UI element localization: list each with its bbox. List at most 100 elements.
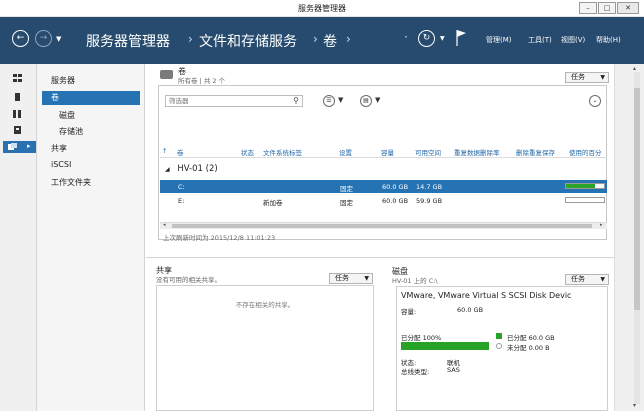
disk-capacity-label: 容量: xyxy=(401,308,417,316)
disk-panel: VMware, VMware Virtual S SCSI Disk Devic… xyxy=(396,286,608,411)
scroll-thumb[interactable] xyxy=(172,224,592,228)
sort-arrow-icon: ↑ xyxy=(162,147,168,155)
rail-dashboard[interactable] xyxy=(8,72,30,84)
cell-capacity: 60.0 GB xyxy=(382,183,409,191)
nav-iscsi[interactable]: iSCSI xyxy=(51,160,71,169)
refresh-dropdown[interactable]: ▼ xyxy=(440,35,445,42)
column-free-space[interactable]: 可用空间 xyxy=(415,147,441,157)
close-button[interactable]: ✕ xyxy=(617,2,639,14)
nav-storage-pools[interactable]: 存储池 xyxy=(59,126,83,137)
breadcrumb-file-storage[interactable]: 文件和存储服务 xyxy=(199,31,297,51)
nav-disks[interactable]: 磁盘 xyxy=(59,110,75,121)
disk-bus-label: 总线类型: xyxy=(401,368,430,376)
nav-work-folders[interactable]: 工作文件夹 xyxy=(51,177,91,188)
notifications-flag[interactable] xyxy=(455,29,467,47)
maximize-button[interactable]: □ xyxy=(598,2,616,14)
column-fs-label[interactable]: 文件系统标签 xyxy=(263,147,302,157)
window-title: 服务器管理器 xyxy=(298,4,346,13)
rail-all-servers[interactable] xyxy=(8,108,30,120)
query-options-button[interactable]: ☰ xyxy=(323,95,335,107)
back-button[interactable]: ← xyxy=(12,30,29,47)
column-percent-used[interactable]: 使用的百分 xyxy=(569,147,607,157)
usage-bar xyxy=(565,183,605,189)
legend-allocated: 已分配 60.0 GB xyxy=(507,334,555,342)
allocated-legend-swatch xyxy=(496,333,502,339)
filter-input[interactable] xyxy=(166,96,284,106)
servers-icon xyxy=(13,110,21,118)
table-row[interactable]: E: 新加卷 固定 60.0 GB 59.9 GB xyxy=(160,194,607,207)
disk-bus-value: SAS xyxy=(447,366,460,374)
volume-drive-icon xyxy=(160,70,173,79)
navigation-panel: 服务器 卷 磁盘 存储池 共享 iSCSI 工作文件夹 xyxy=(37,64,145,411)
column-dedup-saved[interactable]: 删除重复保存 xyxy=(516,147,555,157)
save-query-button[interactable]: ▤ xyxy=(360,95,372,107)
cell-capacity: 60.0 GB xyxy=(382,197,409,205)
volumes-tasks-button[interactable]: 任务 ▼ xyxy=(565,72,609,83)
minimize-button[interactable]: – xyxy=(579,2,597,14)
shares-subtitle: 没有可用的相关共享。 xyxy=(156,276,221,284)
table-row[interactable]: C: 固定 60.0 GB 14.7 GB xyxy=(160,180,607,193)
disk-subtitle: HV-01 上的 C:\ xyxy=(392,277,438,285)
caret-down-icon: ▼ xyxy=(600,276,605,283)
tasks-label: 任务 xyxy=(571,73,585,81)
disk-allocated-label: 已分配 100% xyxy=(401,334,442,342)
rail-file-services[interactable] xyxy=(8,124,30,136)
search-icon[interactable]: ⚲ xyxy=(293,96,299,105)
rail-storage-services[interactable]: ▸ xyxy=(3,141,36,153)
group-header[interactable]: ◢ HV-01 (2) xyxy=(165,164,218,174)
nav-volumes[interactable]: 卷 xyxy=(42,91,140,105)
unallocated-legend-swatch xyxy=(496,343,502,349)
refresh-button[interactable]: ↻ xyxy=(418,30,435,47)
flag-icon xyxy=(456,30,466,46)
group-label: HV-01 (2) xyxy=(177,164,218,174)
shares-tasks-button[interactable]: 任务 ▼ xyxy=(329,273,373,284)
list-icon: ☰ xyxy=(326,97,332,104)
menu-view[interactable]: 视图(V) xyxy=(561,35,585,45)
scroll-up-icon[interactable]: ▴ xyxy=(633,65,636,72)
disk-capacity-value: 60.0 GB xyxy=(457,306,484,314)
server-icon xyxy=(15,93,20,101)
horizontal-scrollbar[interactable]: ◂ ▸ xyxy=(160,222,607,229)
arrow-right-icon: → xyxy=(39,33,48,43)
breadcrumb-server-manager[interactable]: 服务器管理器 xyxy=(86,31,170,51)
menu-manage[interactable]: 管理(M) xyxy=(486,35,512,45)
menu-help[interactable]: 帮助(H) xyxy=(596,35,621,45)
column-dedup-rate[interactable]: 重复数据删除率 xyxy=(454,147,500,157)
volumes-filter-box[interactable]: ⚲ xyxy=(165,95,303,107)
expand-panel-button[interactable]: ⌄ xyxy=(589,95,601,107)
menu-tools[interactable]: 工具(T) xyxy=(528,35,552,45)
arrow-left-icon: ← xyxy=(16,33,25,43)
breadcrumb-separator: › xyxy=(313,32,318,46)
forward-button[interactable]: → xyxy=(35,30,52,47)
nav-shares[interactable]: 共享 xyxy=(51,143,67,154)
volumes-subtitle: 所有卷 | 共 2 个 xyxy=(178,77,226,85)
cell-setting: 固定 xyxy=(340,199,353,207)
breadcrumb-volumes[interactable]: 卷 xyxy=(323,31,337,51)
cell-volume: E: xyxy=(178,197,185,205)
scroll-right-icon[interactable]: ▸ xyxy=(600,222,603,228)
vertical-scrollbar[interactable]: ▴ ▾ xyxy=(614,64,644,411)
history-dropdown[interactable]: ▼ xyxy=(56,35,61,43)
shares-panel: 不存在相关的共享。 xyxy=(156,285,374,411)
scroll-down-icon[interactable]: ▾ xyxy=(633,402,636,409)
rail-local-server[interactable] xyxy=(8,91,30,103)
caret-down-icon[interactable]: ▼ xyxy=(338,96,343,104)
caret-down-icon[interactable]: ▼ xyxy=(375,96,380,104)
column-capacity[interactable]: 容量 xyxy=(381,147,394,157)
disk-tasks-button[interactable]: 任务 ▼ xyxy=(565,274,609,285)
column-header-rule xyxy=(160,157,607,158)
refresh-separator: · xyxy=(404,30,408,44)
column-setting[interactable]: 设置 xyxy=(339,147,352,157)
column-status[interactable]: 状态 xyxy=(241,147,254,157)
scroll-thumb[interactable] xyxy=(634,88,640,310)
scroll-left-icon[interactable]: ◂ xyxy=(163,222,166,228)
last-refresh-text: 上次刷新时间为 2015/12/8 11:01:23 xyxy=(163,234,276,242)
usage-fill xyxy=(566,184,595,188)
header-bar: ← → ▼ 服务器管理器 › 文件和存储服务 › 卷 › · ↻ ▼ 管理(M)… xyxy=(0,17,644,64)
left-icon-rail: ▸ xyxy=(0,64,37,411)
disk-name: VMware, VMware Virtual S SCSI Disk Devic xyxy=(401,291,572,300)
nav-servers[interactable]: 服务器 xyxy=(51,75,75,86)
breadcrumb-separator: › xyxy=(346,32,351,46)
shares-empty-message: 不存在相关的共享。 xyxy=(235,301,295,309)
column-volume[interactable]: 卷 xyxy=(177,147,184,157)
